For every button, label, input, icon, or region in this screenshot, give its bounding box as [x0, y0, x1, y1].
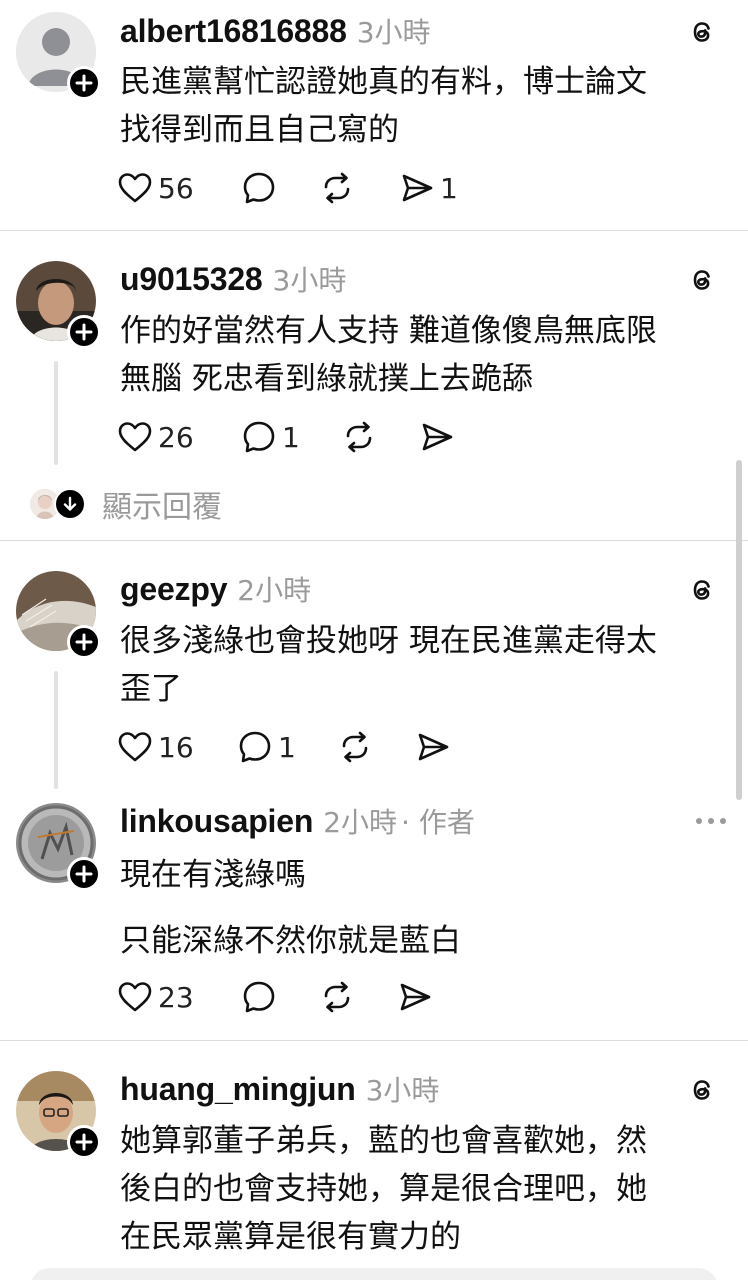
post-time: 2小時: [323, 806, 398, 839]
comment-bubble-icon: [243, 981, 275, 1013]
follow-plus-icon[interactable]: [67, 857, 101, 891]
share-button[interactable]: [416, 725, 450, 769]
author-tag: · 作者: [401, 806, 475, 839]
post-text: 她算郭董子弟兵，藍的也會喜歡她，然 後白的也會支持她，算是很合理吧，她 在民眾黨…: [120, 1123, 647, 1255]
post-text: 民進黨幫忙認證她真的有料，博士論文 找得到而且自己寫的: [120, 64, 647, 148]
post-actions: 56 1: [118, 166, 478, 210]
post-header: linkousapien 2小時 · 作者: [120, 801, 728, 841]
share-button[interactable]: [420, 415, 454, 459]
send-icon: [402, 174, 433, 202]
comment-button[interactable]: [242, 166, 276, 210]
repost-icon: [342, 731, 368, 763]
post-geezpy: geezpy 2小時 很多淺綠也會投她呀 現在民進黨走得太 歪了 16 1: [0, 541, 748, 791]
reply-input-bar[interactable]: [30, 1268, 718, 1280]
username[interactable]: albert16816888: [120, 13, 347, 50]
scrollbar[interactable]: [736, 460, 742, 800]
comment-bubble-icon: [239, 731, 271, 763]
post-header: albert16816888 3小時: [120, 11, 728, 51]
thread-line: [54, 671, 58, 789]
post-time: 3小時: [272, 264, 347, 297]
repost-button[interactable]: [338, 725, 372, 769]
post-text: 作的好當然有人支持 難道像傻鳥無底限 無腦 死忠看到綠就撲上去跪舔: [120, 313, 657, 397]
username[interactable]: u9015328: [120, 261, 263, 298]
post-linkousapien: linkousapien 2小時 · 作者 現在有淺綠嗎 只能深綠不然你就是藍白…: [0, 791, 748, 1041]
like-count: 56: [158, 171, 194, 205]
send-icon: [422, 423, 453, 451]
comment-bubble-icon: [243, 172, 275, 204]
post-huang-mingjun: huang_mingjun 3小時 她算郭董子弟兵，藍的也會喜歡她，然 後白的也…: [0, 1041, 748, 1280]
repost-icon: [324, 172, 350, 204]
like-button[interactable]: 23: [118, 975, 194, 1019]
follow-plus-icon[interactable]: [67, 315, 101, 349]
comment-count: 1: [282, 420, 300, 454]
post-text: 很多淺綠也會投她呀 現在民進黨走得太 歪了: [120, 623, 657, 707]
like-button[interactable]: 16: [118, 725, 194, 769]
post-header: huang_mingjun 3小時: [120, 1069, 728, 1109]
chevron-down-icon: [54, 488, 86, 520]
share-button[interactable]: [398, 975, 432, 1019]
like-count: 26: [158, 420, 194, 454]
repost-button[interactable]: [320, 975, 354, 1019]
post-actions: 16 1: [118, 725, 478, 769]
username[interactable]: geezpy: [120, 571, 227, 608]
show-replies-label[interactable]: 顯示回覆: [102, 482, 222, 526]
heart-icon: [118, 422, 152, 452]
like-button[interactable]: 56: [118, 166, 194, 210]
threads-logo-icon[interactable]: [688, 575, 718, 605]
username[interactable]: huang_mingjun: [120, 1071, 356, 1108]
post-albert16816888: albert16816888 3小時 民進黨幫忙認證她真的有料，博士論文 找得到…: [0, 0, 748, 230]
like-count: 16: [158, 730, 194, 764]
show-replies-row[interactable]: 顯示回覆: [30, 482, 222, 526]
comment-button[interactable]: 1: [242, 415, 300, 459]
threads-logo-icon[interactable]: [688, 1075, 718, 1105]
send-icon: [400, 983, 431, 1011]
like-button[interactable]: 26: [118, 415, 194, 459]
username[interactable]: linkousapien: [120, 803, 313, 840]
heart-icon: [118, 173, 152, 203]
post-header: u9015328 3小時: [120, 259, 728, 299]
repost-icon: [346, 421, 372, 453]
share-count: 1: [440, 171, 458, 205]
post-actions: 26 1: [118, 415, 478, 459]
post-time: 3小時: [365, 1074, 440, 1107]
post-header: geezpy 2小時: [120, 569, 728, 609]
follow-plus-icon[interactable]: [67, 625, 101, 659]
like-count: 23: [158, 980, 194, 1014]
threads-logo-icon[interactable]: [688, 265, 718, 295]
more-dots-icon[interactable]: [694, 811, 728, 831]
follow-plus-icon[interactable]: [67, 66, 101, 100]
comment-button[interactable]: 1: [238, 725, 296, 769]
comment-bubble-icon: [243, 421, 275, 453]
post-time: 3小時: [356, 16, 431, 49]
post-text: 現在有淺綠嗎 只能深綠不然你就是藍白: [120, 857, 461, 959]
comment-count: 1: [278, 730, 296, 764]
threads-logo-icon[interactable]: [688, 17, 718, 47]
share-button[interactable]: 1: [400, 166, 458, 210]
post-time: 2小時: [237, 574, 312, 607]
heart-icon: [118, 732, 152, 762]
send-icon: [418, 733, 449, 761]
follow-plus-icon[interactable]: [67, 1125, 101, 1159]
repost-button[interactable]: [342, 415, 376, 459]
thread-line: [54, 361, 58, 465]
post-actions: 23: [118, 975, 478, 1019]
comment-button[interactable]: [242, 975, 276, 1019]
repost-icon: [324, 981, 350, 1013]
repost-button[interactable]: [320, 166, 354, 210]
heart-icon: [118, 982, 152, 1012]
